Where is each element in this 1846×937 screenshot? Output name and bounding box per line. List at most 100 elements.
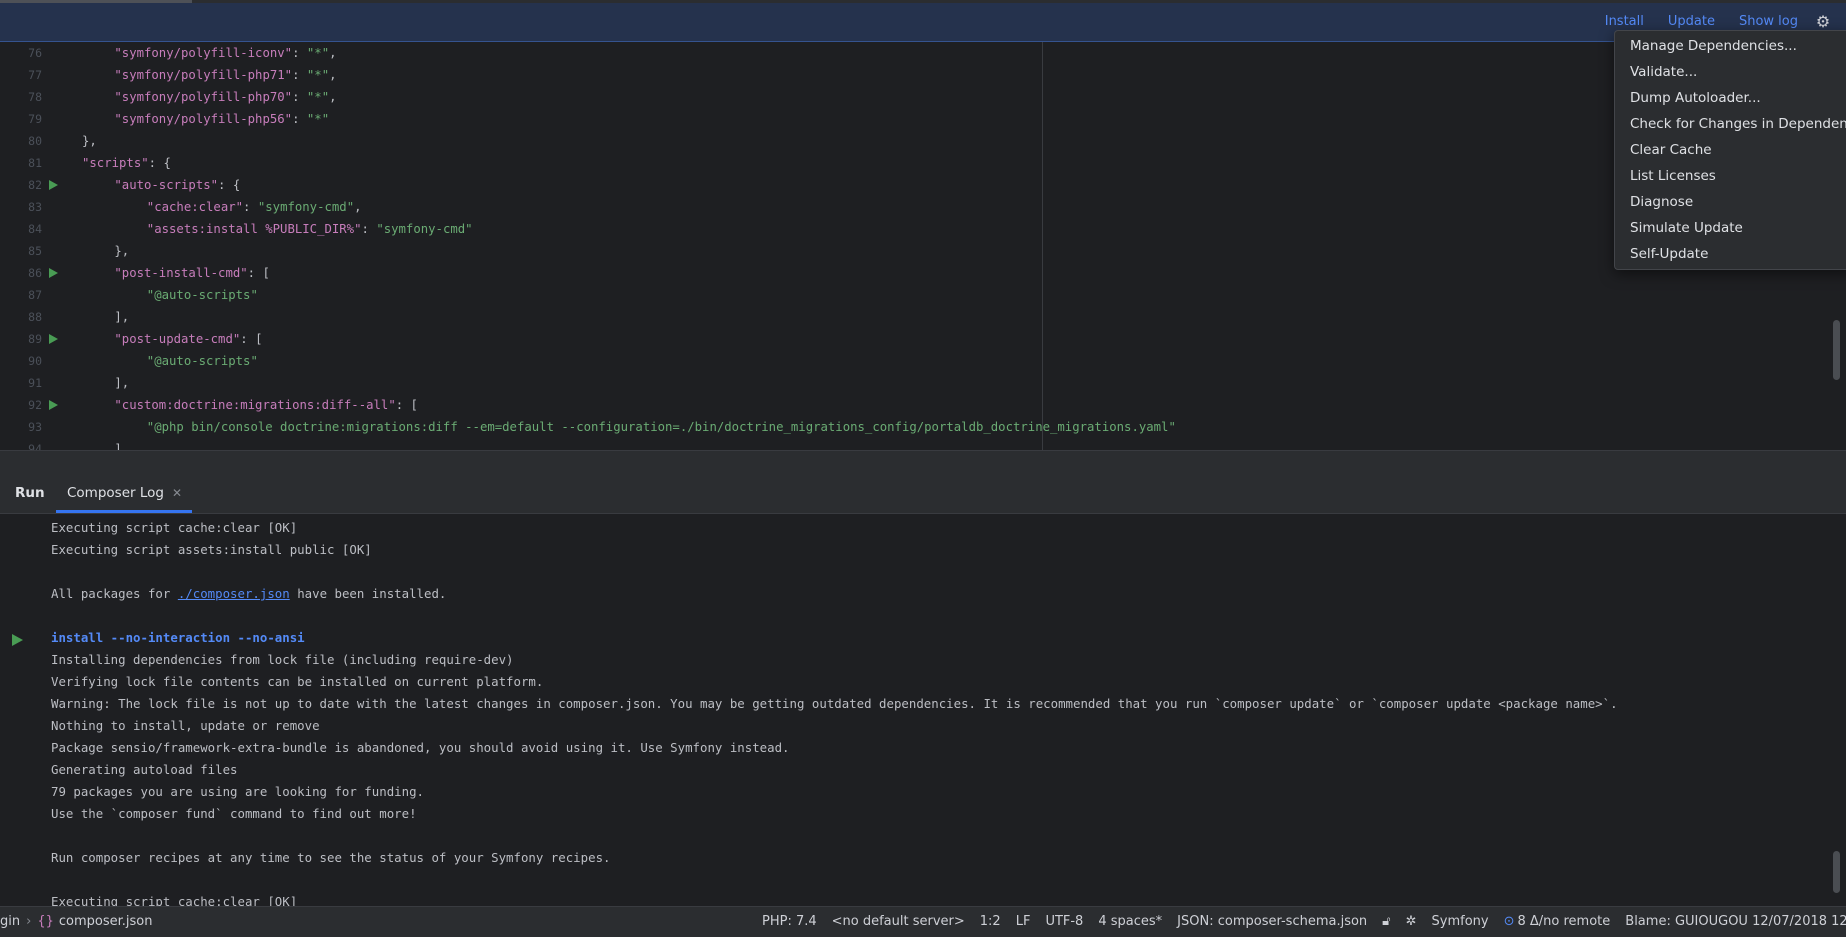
code-token-val: "symfony-cmd" [376, 222, 473, 236]
vcs-icon: ⊙ [1503, 914, 1515, 929]
code-text: ], [114, 438, 129, 450]
code-text: ], [114, 306, 129, 328]
code-token-tail: , [354, 200, 362, 214]
console-text: Nothing to install, update or remove [51, 718, 320, 733]
install-link[interactable]: Install [1605, 14, 1644, 29]
line-number: 86 [28, 266, 42, 280]
code-line[interactable]: 77 "symfony/polyfill-php71": "*", [0, 64, 1840, 86]
code-token-key: "post-update-cmd" [114, 332, 241, 346]
indent-widget[interactable]: 4 spaces* [1098, 914, 1162, 929]
framework-widget[interactable]: Symfony [1432, 914, 1489, 929]
menu-item-simulate-update[interactable]: Simulate Update [1615, 215, 1846, 241]
json-schema-widget[interactable]: JSON: composer-schema.json [1177, 914, 1367, 929]
code-line[interactable]: 86 "post-install-cmd": [ [0, 262, 1840, 284]
breadcrumb-project[interactable]: gin [0, 914, 20, 929]
menu-item-clear-cache[interactable]: Clear Cache [1615, 137, 1846, 163]
caret-position-widget[interactable]: 1:2 [980, 914, 1001, 929]
deployment-server-widget[interactable]: <no default server> [832, 914, 965, 929]
code-line[interactable]: 76 "symfony/polyfill-iconv": "*", [0, 42, 1840, 64]
console-line: All packages for ./composer.json have be… [51, 583, 446, 605]
line-separator-widget[interactable]: LF [1016, 914, 1031, 929]
blame-widget[interactable]: Blame: GUIOUGOU 12/07/2018 12: [1625, 914, 1846, 929]
code-token-val: "*" [306, 68, 330, 82]
menu-item-list-licenses[interactable]: List Licenses [1615, 163, 1846, 189]
code-line[interactable]: 81 "scripts": { [0, 152, 1840, 174]
line-number: 77 [28, 68, 42, 82]
code-text: "auto-scripts": { [114, 174, 240, 196]
run-icon[interactable] [12, 634, 23, 646]
console-text: Run composer recipes at any time to see … [51, 850, 611, 865]
tool-window-splitter[interactable] [0, 450, 1846, 473]
console-text: Generating autoload files [51, 762, 238, 777]
run-script-icon[interactable] [49, 400, 58, 410]
console-line: Nothing to install, update or remove [51, 715, 320, 737]
code-token-sep: : [292, 46, 307, 60]
gear-icon[interactable]: ⚙ [1814, 13, 1832, 31]
breadcrumb-file[interactable]: composer.json [59, 914, 153, 929]
code-token-key: "symfony/polyfill-iconv" [114, 46, 293, 60]
line-number: 84 [28, 222, 42, 236]
composer-log-console[interactable]: Executing script cache:clear [OK] Executi… [0, 514, 1846, 906]
line-number: 88 [28, 310, 42, 324]
editor-scrollbar-thumb[interactable] [1833, 320, 1840, 380]
menu-item-dump-autoloader[interactable]: Dump Autoloader... [1615, 85, 1846, 111]
code-line[interactable]: 87 "@auto-scripts" [0, 284, 1840, 306]
menu-item-validate[interactable]: Validate... [1615, 59, 1846, 85]
code-line[interactable]: 90 "@auto-scripts" [0, 350, 1840, 372]
menu-item-check-for-changes[interactable]: Check for Changes in Dependencies [1615, 111, 1846, 137]
menu-item-diagnose[interactable]: Diagnose [1615, 189, 1846, 215]
line-number: 91 [28, 376, 42, 390]
code-line[interactable]: 94], [0, 438, 1840, 450]
menu-item-manage-dependencies[interactable]: Manage Dependencies... [1615, 33, 1846, 59]
vcs-widget[interactable]: ⊙ 8 Δ/no remote [1504, 914, 1611, 929]
run-script-icon[interactable] [49, 180, 58, 190]
code-line[interactable]: 80}, [0, 130, 1840, 152]
console-line: Verifying lock file contents can be inst… [51, 671, 543, 693]
console-line: Generating autoload files [51, 759, 238, 781]
line-number: 90 [28, 354, 42, 368]
run-script-icon[interactable] [49, 268, 58, 278]
lock-icon[interactable]: 🔓︎ [1382, 914, 1390, 929]
code-text: "symfony/polyfill-php70": "*", [114, 86, 336, 108]
code-token-tail: [ [255, 332, 263, 346]
code-line[interactable]: 93 "@php bin/console doctrine:migrations:… [0, 416, 1840, 438]
console-text: Warning: The lock file is not up to date… [51, 696, 1618, 711]
code-token-sep: : [361, 222, 377, 236]
close-icon[interactable]: ✕ [172, 486, 182, 500]
tab-composer-log[interactable]: Composer Log ✕ [56, 473, 193, 513]
menu-item-self-update[interactable]: Self-Update [1615, 241, 1846, 267]
code-line[interactable]: 91], [0, 372, 1840, 394]
tab-run[interactable]: Run [15, 485, 45, 501]
code-line[interactable]: 85}, [0, 240, 1840, 262]
code-line[interactable]: 79 "symfony/polyfill-php56": "*" [0, 108, 1840, 130]
code-editor[interactable]: 76 "symfony/polyfill-iconv": "*", 77 "symfo… [0, 42, 1846, 450]
encoding-widget[interactable]: UTF-8 [1045, 914, 1083, 929]
code-line[interactable]: 84 "assets:install %PUBLIC_DIR%": "symfon… [0, 218, 1840, 240]
vcs-status: 8 Δ/no remote [1517, 914, 1611, 929]
line-number: 76 [28, 46, 42, 60]
code-token-sep: : [395, 398, 411, 412]
code-token-sep: : [292, 68, 307, 82]
code-text: "assets:install %PUBLIC_DIR%": "symfony-… [147, 218, 473, 240]
code-text: "symfony/polyfill-php56": "*" [114, 108, 329, 130]
code-line[interactable]: 92 "custom:doctrine:migrations:diff--all"… [0, 394, 1840, 416]
console-scrollbar-thumb[interactable] [1833, 851, 1840, 893]
code-line[interactable]: 82 "auto-scripts": { [0, 174, 1840, 196]
code-token-val: "symfony-cmd" [257, 200, 355, 214]
code-line[interactable]: 83 "cache:clear": "symfony-cmd", [0, 196, 1840, 218]
run-script-icon[interactable] [49, 334, 58, 344]
code-line[interactable]: 78 "symfony/polyfill-php70": "*", [0, 86, 1840, 108]
code-text: "@auto-scripts" [147, 350, 258, 372]
console-line: Run composer recipes at any time to see … [51, 847, 611, 869]
code-line[interactable]: 89 "post-update-cmd": [ [0, 328, 1840, 350]
bug-icon[interactable]: ✲ [1406, 914, 1417, 929]
php-version-widget[interactable]: PHP: 7.4 [762, 914, 817, 929]
code-text: }, [114, 240, 129, 262]
composer-json-link[interactable]: ./composer.json [178, 586, 290, 601]
code-line[interactable]: 88], [0, 306, 1840, 328]
console-text: Executing script cache:clear [OK] [51, 894, 298, 906]
update-link[interactable]: Update [1668, 14, 1715, 29]
code-text: "post-update-cmd": [ [114, 328, 262, 350]
line-number: 80 [28, 134, 42, 148]
show-log-link[interactable]: Show log [1739, 14, 1798, 29]
